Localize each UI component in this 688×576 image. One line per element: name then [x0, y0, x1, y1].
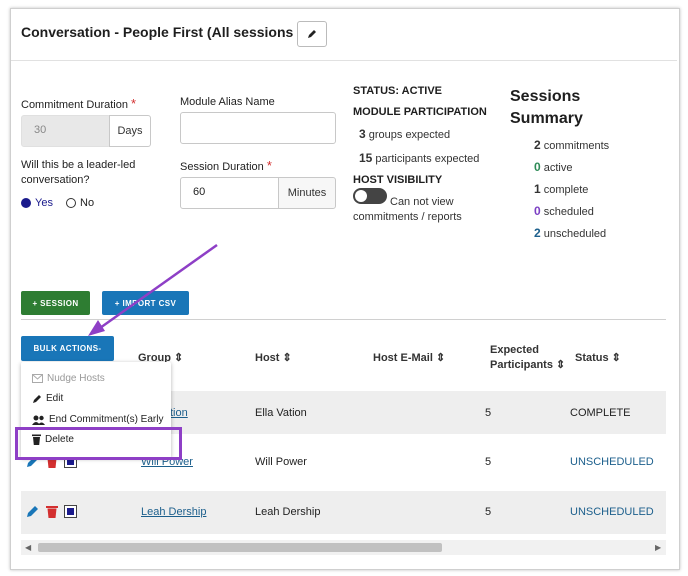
scroll-right-icon[interactable]: ▶	[655, 543, 661, 552]
horizontal-scrollbar[interactable]: ◀ ▶	[21, 540, 666, 555]
scrollbar-thumb[interactable]	[38, 543, 442, 552]
scroll-left-icon[interactable]: ◀	[25, 543, 31, 552]
annotation-arrow-icon	[88, 243, 218, 336]
